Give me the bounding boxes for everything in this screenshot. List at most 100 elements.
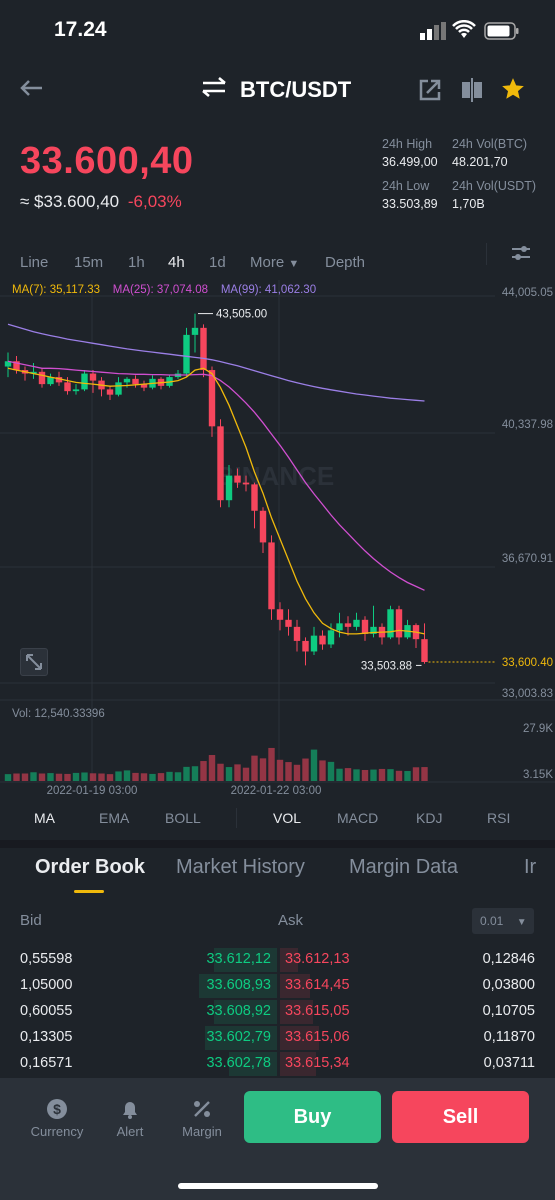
buy-button[interactable]: Buy	[244, 1091, 381, 1143]
bid-price: 33.602,78	[206, 1055, 271, 1071]
orderbook-row[interactable]: 0,60055 33.608,92 33.615,05 0,10705	[0, 1000, 555, 1026]
vol-usdt-value: 1,70B	[452, 197, 485, 211]
tab-info-cut[interactable]: Ir	[524, 856, 536, 879]
volume-bar	[21, 773, 29, 781]
sell-button[interactable]: Sell	[392, 1091, 529, 1143]
candle-body	[72, 389, 80, 392]
back-arrow-icon[interactable]	[18, 78, 44, 103]
volume-bar	[276, 759, 284, 781]
candle-body	[234, 475, 241, 483]
volume-bar	[412, 767, 420, 781]
indicator-bar: MA EMA BOLL VOL MACD KDJ RSI	[0, 800, 555, 836]
pair-selector[interactable]: BTC/USDT	[200, 76, 351, 104]
usd-price-row: ≈ $33.600,40 -6,03%	[20, 192, 182, 212]
orderbook-row[interactable]: 0,55598 33.612,12 33.612,13 0,12846	[0, 948, 555, 974]
bid-qty: 0,55598	[20, 951, 73, 967]
candle-body	[293, 626, 301, 641]
ind-ma[interactable]: MA	[34, 810, 55, 826]
volume-bar	[302, 758, 309, 781]
current-price-tag: 33,600.40	[502, 657, 553, 669]
caret-down-icon: ▼	[288, 257, 300, 270]
volume-bar	[421, 767, 428, 781]
favorite-star-icon[interactable]	[500, 76, 526, 107]
candle-body	[183, 334, 190, 374]
volume-bar	[166, 771, 173, 781]
orderbook-row[interactable]: 0,13305 33.602,79 33.615,06 0,11870	[0, 1026, 555, 1052]
orderbook-row[interactable]: 1,05000 33.608,93 33.614,45 0,03800	[0, 974, 555, 1000]
bottom-trade-bar: $ Currency Alert Margin Buy Sell	[0, 1078, 555, 1200]
ask-price: 33.615,34	[285, 1055, 350, 1071]
volume-bar	[149, 773, 156, 781]
volume-bar	[378, 768, 386, 781]
x-tick-label: 2022-01-19 03:00	[47, 785, 138, 797]
bid-header: Bid	[20, 912, 42, 929]
tab-margin-data[interactable]: Margin Data	[349, 856, 458, 879]
candle-body	[217, 426, 224, 501]
ind-macd[interactable]: MACD	[337, 810, 378, 826]
share-icon[interactable]	[418, 78, 442, 107]
volume-bar	[259, 758, 267, 781]
nav-margin[interactable]: Margin	[167, 1098, 237, 1139]
candle-body	[191, 327, 199, 335]
volume-bar	[327, 761, 335, 781]
chart-settings-icon[interactable]	[510, 242, 532, 268]
precision-select[interactable]: 0.01 ▼	[472, 908, 534, 934]
ma25-label: MA(25): 37,074.08	[112, 284, 209, 296]
nav-currency-label: Currency	[30, 1124, 84, 1139]
ind-divider	[236, 808, 237, 828]
x-tick-label: 2022-01-22 03:00	[231, 785, 322, 797]
chart-watermark: BINANCE	[216, 461, 334, 491]
tf-divider	[486, 243, 487, 265]
usd-price: ≈ $33.600,40	[20, 192, 120, 211]
volume-bar	[319, 760, 326, 781]
orderbook-row[interactable]: 0,16571 33.602,78 33.615,34 0,03711	[0, 1052, 555, 1078]
ask-price: 33.612,13	[285, 951, 350, 967]
volume-bar	[353, 769, 360, 781]
tab-order-book[interactable]: Order Book	[35, 856, 145, 879]
tab-market-history[interactable]: Market History	[176, 856, 305, 879]
nav-currency[interactable]: $ Currency	[22, 1098, 92, 1139]
volume-bar	[242, 767, 250, 781]
bid-qty: 1,05000	[20, 977, 73, 993]
vol-usdt-label: 24h Vol(USDT)	[452, 179, 537, 193]
volume-bar	[268, 747, 275, 781]
tf-1h[interactable]: 1h	[128, 254, 145, 271]
ind-kdj[interactable]: KDJ	[416, 810, 442, 826]
volume-bar	[132, 772, 139, 781]
ind-vol[interactable]: VOL	[273, 810, 301, 826]
fullscreen-expand-icon[interactable]	[20, 648, 48, 676]
chart-canvas[interactable]: BINANCE 44,005.05 40,337.98 36,670.91 33,00…	[0, 280, 555, 800]
volume-bar	[191, 766, 199, 781]
candle-body	[387, 609, 394, 638]
low-label: 24h Low	[382, 179, 430, 193]
timeframe-bar: Line 15m 1h 4h 1d More ▼ Depth	[0, 242, 555, 279]
percent-tag-icon	[167, 1098, 237, 1124]
tf-more[interactable]: More ▼	[250, 254, 299, 271]
volume-bar	[55, 773, 63, 781]
precision-value: 0.01	[480, 914, 504, 928]
bid-price: 33.608,93	[206, 977, 271, 993]
ask-qty: 0,03800	[482, 977, 535, 993]
tf-depth[interactable]: Depth	[325, 254, 365, 271]
nav-alert[interactable]: Alert	[95, 1098, 165, 1139]
volume-bar	[200, 761, 207, 781]
tf-4h[interactable]: 4h	[168, 254, 185, 271]
price-chart[interactable]: BINANCE 44,005.05 40,337.98 36,670.91 33,00…	[0, 280, 555, 800]
ind-ema[interactable]: EMA	[99, 810, 129, 826]
bid-qty: 0,13305	[20, 1029, 73, 1045]
tf-15m[interactable]: 15m	[74, 254, 103, 271]
volume-axis-label: 27.9K	[523, 723, 553, 735]
wifi-icon	[452, 19, 476, 45]
volume-bar	[208, 755, 216, 781]
volume-bar	[217, 763, 224, 781]
chart-layout-icon[interactable]	[460, 76, 484, 109]
swap-arrows-icon	[200, 76, 228, 104]
candle-body	[123, 378, 131, 383]
tf-1d[interactable]: 1d	[209, 254, 226, 271]
ind-boll[interactable]: BOLL	[165, 810, 201, 826]
stats-right: 24h Vol(BTC) 48.201,70 24h Vol(USDT) 1,7…	[452, 135, 536, 213]
tf-line[interactable]: Line	[20, 254, 48, 271]
ind-rsi[interactable]: RSI	[487, 810, 510, 826]
volume-bar	[64, 773, 71, 781]
price-change: -6,03%	[127, 192, 182, 211]
